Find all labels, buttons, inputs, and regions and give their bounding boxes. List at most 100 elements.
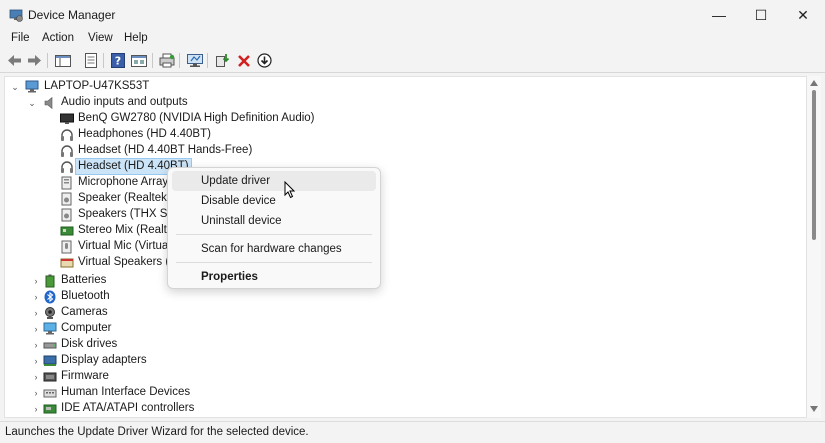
tree-device[interactable]: Microphone Array (: [5, 175, 795, 191]
menu-item-uninstall-device[interactable]: Uninstall device: [172, 211, 376, 231]
forward-icon[interactable]: [26, 52, 43, 69]
menu-bar: File Action View Help: [0, 30, 825, 48]
uninstall-icon[interactable]: [235, 52, 252, 69]
menu-help[interactable]: Help: [124, 32, 148, 44]
tree-category-label: Human Interface Devices: [61, 386, 191, 398]
chevron-right-icon[interactable]: ›: [31, 276, 41, 286]
tree-device-label: Virtual Mic (Virtual: [78, 240, 171, 252]
microphone-array-icon: [61, 176, 72, 190]
chevron-right-icon[interactable]: ›: [31, 404, 41, 414]
menu-item-scan-hardware[interactable]: Scan for hardware changes: [172, 239, 376, 259]
menu-item-update-driver[interactable]: Update driver: [172, 171, 376, 191]
tree-category-audio[interactable]: ⌄ Audio inputs and outputs: [5, 95, 795, 111]
properties-icon[interactable]: [82, 52, 99, 69]
menu-item-properties[interactable]: Properties: [172, 267, 376, 287]
tree-category-batteries[interactable]: › Batteries: [5, 273, 795, 289]
status-bar: Launches the Update Driver Wizard for th…: [0, 421, 825, 443]
monitor-icon: [60, 113, 74, 124]
chevron-right-icon[interactable]: ›: [31, 308, 41, 318]
tree-category-display-adapters[interactable]: › Display adapters: [5, 353, 795, 369]
mouse-cursor-icon: [284, 181, 296, 199]
view-icon[interactable]: [130, 52, 147, 69]
toolbar-separator: [179, 53, 180, 68]
chevron-right-icon[interactable]: ›: [31, 292, 41, 302]
tree-root[interactable]: ⌄ LAPTOP-U47KS53T: [5, 79, 795, 95]
show-hide-console-tree-icon[interactable]: [54, 52, 71, 69]
chevron-right-icon[interactable]: ›: [31, 372, 41, 382]
speaker-device-icon: [61, 192, 72, 206]
close-button[interactable]: ✕: [781, 0, 825, 30]
device-tree: ⌄ LAPTOP-U47KS53T ⌄ Audio inputs and out…: [4, 76, 807, 418]
tree-category-ide[interactable]: › IDE ATA/ATAPI controllers: [5, 401, 795, 417]
tree-category-computer[interactable]: › Computer: [5, 321, 795, 337]
menu-item-label: Update driver: [201, 175, 271, 187]
device-manager-window: Device Manager — ☐ ✕ File Action View He…: [0, 0, 825, 443]
tree-category-label: Batteries: [61, 274, 107, 286]
tree-category-hid[interactable]: › Human Interface Devices: [5, 385, 795, 401]
tree-device[interactable]: Stereo Mix (Realtek: [5, 223, 795, 239]
tree-category-bluetooth[interactable]: › Bluetooth: [5, 289, 795, 305]
tree-device[interactable]: Headset (HD 4.40BT Hands-Free): [5, 143, 795, 159]
tree-category-label: Computer: [61, 322, 112, 334]
context-menu: Update driver Disable device Uninstall d…: [167, 167, 381, 289]
chevron-right-icon[interactable]: ›: [31, 356, 41, 366]
firmware-icon: [43, 372, 57, 382]
toolbar-separator: [207, 53, 208, 68]
disk-drive-icon: [43, 342, 57, 349]
tree-category-disk-drives[interactable]: › Disk drives: [5, 337, 795, 353]
print-icon[interactable]: [158, 52, 175, 69]
status-text: Launches the Update Driver Wizard for th…: [5, 426, 309, 438]
scroll-down-icon[interactable]: [810, 406, 818, 412]
sound-card-icon: [60, 226, 74, 236]
menu-item-label: Disable device: [201, 195, 276, 207]
tree-device[interactable]: Speaker (Realtek(R): [5, 191, 795, 207]
computer-icon: [43, 322, 57, 335]
menu-view[interactable]: View: [88, 32, 113, 44]
scrollbar-thumb[interactable]: [812, 90, 816, 240]
maximize-button[interactable]: ☐: [739, 0, 783, 30]
chevron-right-icon[interactable]: ›: [31, 340, 41, 350]
headphones-icon: [61, 129, 73, 141]
help-icon[interactable]: ?: [109, 52, 126, 69]
tree-device-selected[interactable]: Headset (HD 4.40BT): [5, 158, 795, 175]
vertical-scrollbar[interactable]: [807, 76, 821, 418]
update-driver-icon[interactable]: [214, 52, 231, 69]
tree-device-label: Virtual Speakers (Vi: [78, 256, 180, 268]
toolbar-separator: [103, 53, 104, 68]
tree-device[interactable]: Virtual Mic (Virtual: [5, 239, 795, 255]
tree-device[interactable]: Virtual Speakers (Vi: [5, 255, 795, 271]
tree-category-cameras[interactable]: › Cameras: [5, 305, 795, 321]
minimize-button[interactable]: —: [697, 0, 741, 30]
download-icon[interactable]: [256, 52, 273, 69]
menu-item-disable-device[interactable]: Disable device: [172, 191, 376, 211]
tree-device[interactable]: Speakers (THX Spat: [5, 207, 795, 223]
tree-category-label: Audio inputs and outputs: [61, 96, 188, 108]
toolbar-separator: [47, 53, 48, 68]
tree-device[interactable]: Headphones (HD 4.40BT): [5, 127, 795, 143]
tree-category-label: Bluetooth: [61, 290, 110, 302]
toolbar-separator: [152, 53, 153, 68]
tree-device-label: Headset (HD 4.40BT Hands-Free): [78, 144, 253, 156]
tree-category-label: Cameras: [61, 306, 108, 318]
svg-text:?: ?: [114, 55, 120, 68]
menu-separator: [176, 234, 372, 235]
tree-category-firmware[interactable]: › Firmware: [5, 369, 795, 385]
tree-root-label: LAPTOP-U47KS53T: [44, 80, 150, 92]
headset-icon: [61, 145, 73, 157]
title-bar: Device Manager — ☐ ✕: [0, 0, 825, 30]
tree-device[interactable]: BenQ GW2780 (NVIDIA High Definition Audi…: [5, 111, 795, 127]
scroll-up-icon[interactable]: [810, 80, 818, 86]
chevron-down-icon[interactable]: ⌄: [10, 82, 20, 92]
chevron-right-icon[interactable]: ›: [31, 388, 41, 398]
menu-action[interactable]: Action: [42, 32, 74, 44]
scan-hardware-icon[interactable]: [186, 52, 203, 69]
battery-icon: [45, 274, 55, 288]
back-icon[interactable]: [6, 52, 23, 69]
virtual-speakers-icon: [60, 258, 74, 268]
bluetooth-icon: [44, 290, 56, 304]
menu-file[interactable]: File: [11, 32, 30, 44]
chevron-down-icon[interactable]: ⌄: [27, 98, 37, 108]
menu-item-label: Uninstall device: [201, 215, 282, 227]
speaker-device-icon: [61, 208, 72, 222]
chevron-right-icon[interactable]: ›: [31, 324, 41, 334]
